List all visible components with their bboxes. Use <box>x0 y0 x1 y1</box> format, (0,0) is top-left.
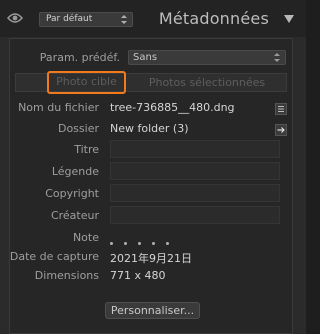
copyright-label: Copyright <box>45 187 99 200</box>
arrow-right-icon[interactable] <box>275 124 287 136</box>
metadata-panel: Par défaut Métadonnées Param. prédéf. Sa… <box>0 0 306 334</box>
folder-value: New folder (3) <box>110 122 189 135</box>
title-input[interactable] <box>110 140 280 158</box>
creator-input[interactable] <box>110 206 280 224</box>
creator-label: Créateur <box>50 209 99 222</box>
title-label: Titre <box>74 143 99 156</box>
tab-selected-photos[interactable]: Photos sélectionnées <box>128 74 286 91</box>
rating-label: Note <box>72 231 99 244</box>
list-icon[interactable] <box>275 103 287 115</box>
rating-dot[interactable] <box>152 242 155 245</box>
preset-row-value: Sans <box>133 52 158 63</box>
select-arrows-icon <box>274 53 280 62</box>
rating-dot[interactable] <box>124 242 127 245</box>
dimensions-label: Dimensions <box>34 269 99 282</box>
caption-label: Légende <box>51 165 99 178</box>
caption-input[interactable] <box>110 162 280 180</box>
rating-dot[interactable] <box>166 242 169 245</box>
capture-date-value: 2021年9月21日 <box>110 252 192 265</box>
customize-button[interactable]: Personnaliser... <box>105 302 200 319</box>
eye-icon[interactable] <box>7 11 23 25</box>
tab-target-photo[interactable]: Photo cible <box>47 71 126 94</box>
panel-title: Métadonnées <box>158 9 269 28</box>
filename-value[interactable]: tree-736885__480.dng <box>110 101 235 114</box>
capture-date-label: Date de capture <box>9 250 99 263</box>
metadata-preset-select[interactable]: Par défaut <box>39 12 133 27</box>
preset-row-label: Param. prédéf. <box>39 51 120 64</box>
copyright-input[interactable] <box>110 184 280 202</box>
folder-label: Dossier <box>57 122 99 135</box>
filename-label: Nom du fichier <box>18 101 99 114</box>
rating-dot[interactable] <box>138 242 141 245</box>
select-arrows-icon <box>121 15 127 24</box>
metadata-preset-value: Par défaut <box>46 14 93 24</box>
collapse-triangle-icon[interactable] <box>284 14 294 24</box>
rating-dot[interactable] <box>110 242 113 245</box>
rating-stars[interactable] <box>110 230 180 249</box>
panel-header: Par défaut Métadonnées <box>0 0 306 37</box>
dimensions-value: 771 x 480 <box>110 269 166 282</box>
preset-row-select[interactable]: Sans <box>128 50 286 65</box>
